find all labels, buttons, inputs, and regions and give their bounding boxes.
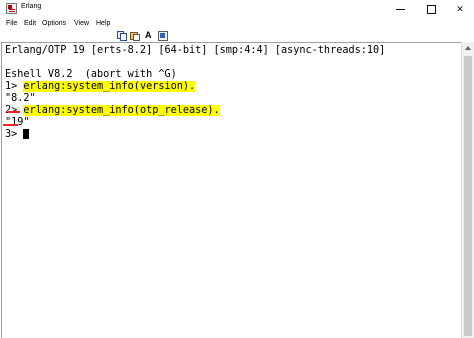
maximize-icon <box>426 5 436 15</box>
menu-options[interactable]: Options <box>42 18 66 30</box>
copy-icon[interactable] <box>117 31 127 41</box>
font-icon[interactable]: A <box>145 30 153 40</box>
banner-line: Erlang/OTP 19 [erts-8.2] [64-bit] [smp:4… <box>5 45 386 56</box>
menu-edit[interactable]: Edit <box>24 18 36 30</box>
command-2: erlang:system_info(otp_release). <box>23 105 220 116</box>
menu-help[interactable]: Help <box>96 18 110 30</box>
annotation-underline-2 <box>3 124 18 126</box>
console-output[interactable]: Erlang/OTP 19 [erts-8.2] [64-bit] [smp:4… <box>1 42 461 338</box>
command-1: erlang:system_info(version). <box>23 81 196 92</box>
erlang-app-icon <box>6 3 17 14</box>
shell-version-line: Eshell V8.2 (abort with ^G) <box>5 69 177 80</box>
minimize-icon <box>395 9 405 11</box>
menu-bar: File Edit Options View Help <box>0 18 474 30</box>
menu-file[interactable]: File <box>6 18 17 30</box>
close-icon: ✕ <box>456 4 464 14</box>
command-line-1: 1> erlang:system_info(version). <box>5 81 196 93</box>
vertical-scrollbar[interactable] <box>461 42 474 338</box>
close-button[interactable]: ✕ <box>446 0 474 18</box>
output-line-2: "19" <box>5 117 30 128</box>
prompt-1: 1> <box>5 81 24 92</box>
title-bar[interactable]: Erlang ✕ <box>0 0 474 18</box>
window-title: Erlang <box>21 3 42 10</box>
help-icon[interactable] <box>158 31 168 41</box>
maximize-button[interactable] <box>417 0 445 18</box>
prompt-3: 3> <box>5 129 24 140</box>
scroll-up-arrow-icon[interactable] <box>465 46 471 50</box>
annotation-underline-1 <box>8 111 20 113</box>
toolbar: A <box>0 30 474 41</box>
scrollbar-thumb[interactable] <box>464 56 472 336</box>
menu-view[interactable]: View <box>74 18 89 30</box>
paste-icon[interactable] <box>130 31 140 41</box>
minimize-button[interactable] <box>386 0 414 18</box>
text-cursor <box>23 129 30 139</box>
command-line-2: 2> erlang:system_info(otp_release). <box>5 105 220 117</box>
output-line-1: "8.2" <box>5 93 36 104</box>
command-line-3[interactable]: 3> <box>5 129 30 141</box>
erlang-window: Erlang ✕ File Edit Options View Help A E… <box>0 0 474 338</box>
